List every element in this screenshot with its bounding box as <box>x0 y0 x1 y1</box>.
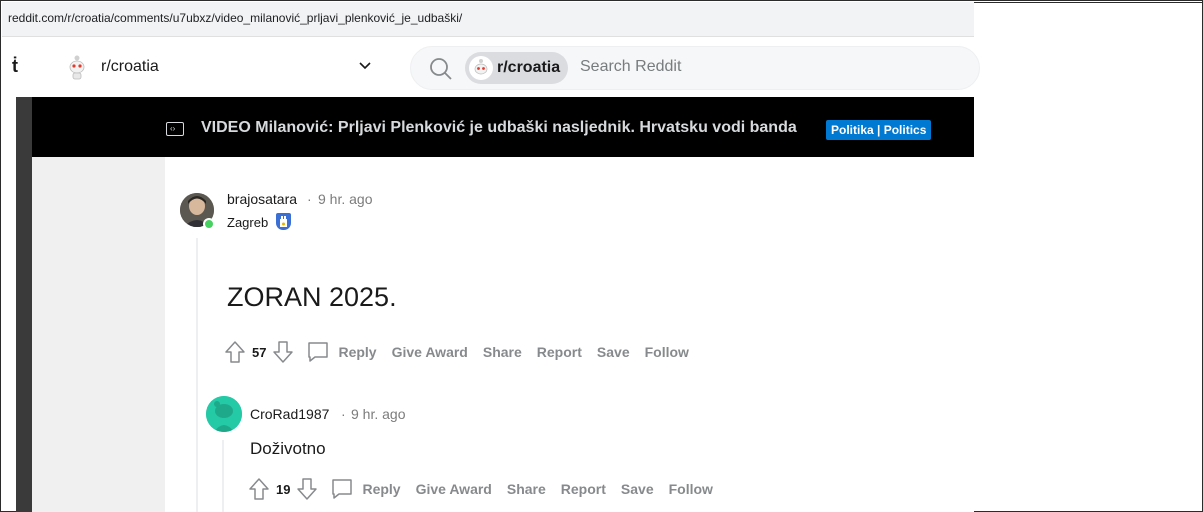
reply-button[interactable]: Reply <box>362 481 400 497</box>
comment-icon[interactable] <box>306 340 330 364</box>
comment-body: ZORAN 2025. <box>227 282 397 312</box>
give-award-button[interactable]: Give Award <box>392 344 468 360</box>
follow-button[interactable]: Follow <box>669 481 713 497</box>
comment-timestamp[interactable]: 9 hr. ago <box>318 191 373 207</box>
vote-count: 57 <box>252 344 267 360</box>
avatar[interactable] <box>206 396 242 432</box>
vote-count: 19 <box>276 481 291 497</box>
separator: · <box>341 406 346 422</box>
reply-button[interactable]: Reply <box>338 344 376 360</box>
save-button[interactable]: Save <box>621 481 654 497</box>
search-input[interactable]: Search Reddit <box>580 58 681 76</box>
comment-author[interactable]: brajosatara <box>227 191 297 207</box>
comments-area <box>32 157 974 512</box>
share-button[interactable]: Share <box>507 481 546 497</box>
report-button[interactable]: Report <box>561 481 606 497</box>
online-status-dot <box>203 218 215 230</box>
comment-timestamp[interactable]: 9 hr. ago <box>351 406 406 422</box>
divider <box>974 2 1203 3</box>
url-text[interactable]: reddit.com/r/croatia/comments/u7ubxz/vid… <box>8 11 462 25</box>
subreddit-selector-label[interactable]: r/croatia <box>101 58 159 76</box>
upvote-icon[interactable] <box>224 340 246 364</box>
give-award-button[interactable]: Give Award <box>416 481 492 497</box>
thread-line[interactable] <box>222 440 224 512</box>
downvote-icon[interactable] <box>296 477 318 501</box>
chevron-down-icon[interactable] <box>358 58 372 72</box>
report-button[interactable]: Report <box>537 344 582 360</box>
downvote-icon[interactable] <box>272 340 294 364</box>
comment-author[interactable]: CroRad1987 <box>250 406 329 422</box>
separator: · <box>307 191 312 207</box>
search-community-pill[interactable]: r/croatia <box>465 52 569 84</box>
follow-button[interactable]: Follow <box>645 344 689 360</box>
comment-action-bar: 57 Reply Give Award Share Report Save Fo… <box>224 340 704 364</box>
post-title[interactable]: VIDEO Milanović: Prljavi Plenković je ud… <box>201 119 797 137</box>
thread-line[interactable] <box>196 238 198 512</box>
user-flair: Zagreb <box>227 215 269 230</box>
video-post-icon: ‹› <box>166 122 184 136</box>
comment-action-bar: 19 Reply Give Award Share Report Save Fo… <box>248 477 728 501</box>
subreddit-snoo-icon <box>469 56 493 80</box>
zagreb-crest-icon <box>276 213 291 230</box>
comment-body: Doživotno <box>250 439 326 458</box>
upvote-icon[interactable] <box>248 477 270 501</box>
search-icon <box>430 58 452 80</box>
post-flair[interactable]: Politika | Politics <box>826 120 932 140</box>
content-gutter <box>32 157 165 512</box>
share-button[interactable]: Share <box>483 344 522 360</box>
sidebar-strip <box>16 97 32 512</box>
search-pill-label: r/croatia <box>497 59 561 76</box>
save-button[interactable]: Save <box>597 344 630 360</box>
comment-icon[interactable] <box>330 477 354 501</box>
subreddit-snoo-icon <box>69 55 85 80</box>
home-icon[interactable]: ṫ <box>12 56 18 77</box>
